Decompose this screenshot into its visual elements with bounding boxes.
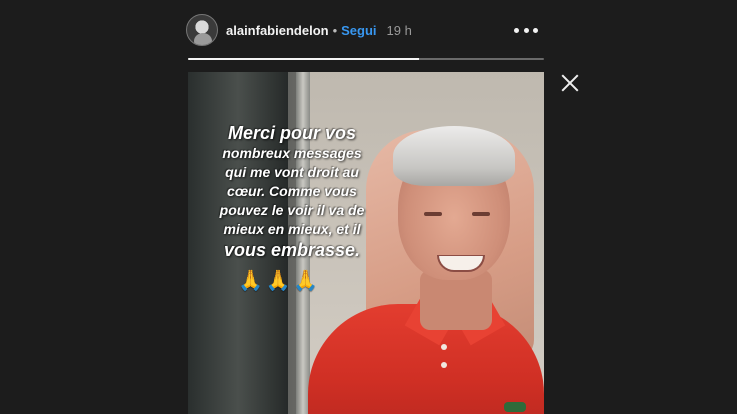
more-options-icon[interactable] (514, 21, 538, 39)
shirt-button (441, 362, 447, 368)
story-header: alainfabiendelon • Segui 19 h (186, 12, 546, 48)
story-caption: Merci pour vos nombreux messages qui me … (192, 122, 392, 261)
eyes (424, 212, 490, 218)
username[interactable]: alainfabiendelon (226, 23, 329, 38)
caption-line: mieux en mieux, et il (223, 221, 361, 237)
caption-line: nombreux messages (222, 145, 362, 161)
shirt-logo (504, 402, 526, 412)
emoji-row: 🙏 🙏 🙏 (238, 268, 318, 293)
caption-line: cœur. Comme vous (227, 183, 357, 199)
shirt-button (441, 344, 447, 350)
profile-avatar[interactable] (186, 14, 218, 46)
close-icon[interactable] (561, 74, 579, 92)
separator-dot: • (332, 22, 338, 38)
follow-button[interactable]: Segui (341, 23, 376, 38)
story-image[interactable]: Merci pour vos nombreux messages qui me … (188, 72, 544, 414)
story-progress-fill (188, 58, 420, 60)
praying-hands-emoji: 🙏 (265, 270, 291, 292)
caption-line: vous embrasse. (223, 240, 361, 260)
caption-line: pouvez le voir il va de (219, 202, 365, 218)
timestamp: 19 h (386, 22, 412, 38)
hair (393, 126, 515, 186)
praying-hands-emoji: 🙏 (238, 270, 263, 292)
praying-hands-emoji: 🙏 (293, 270, 318, 292)
caption-line: qui me vont droit au (225, 164, 359, 180)
caption-line: Merci pour vos (227, 123, 357, 143)
story-progress-bar (188, 58, 544, 60)
